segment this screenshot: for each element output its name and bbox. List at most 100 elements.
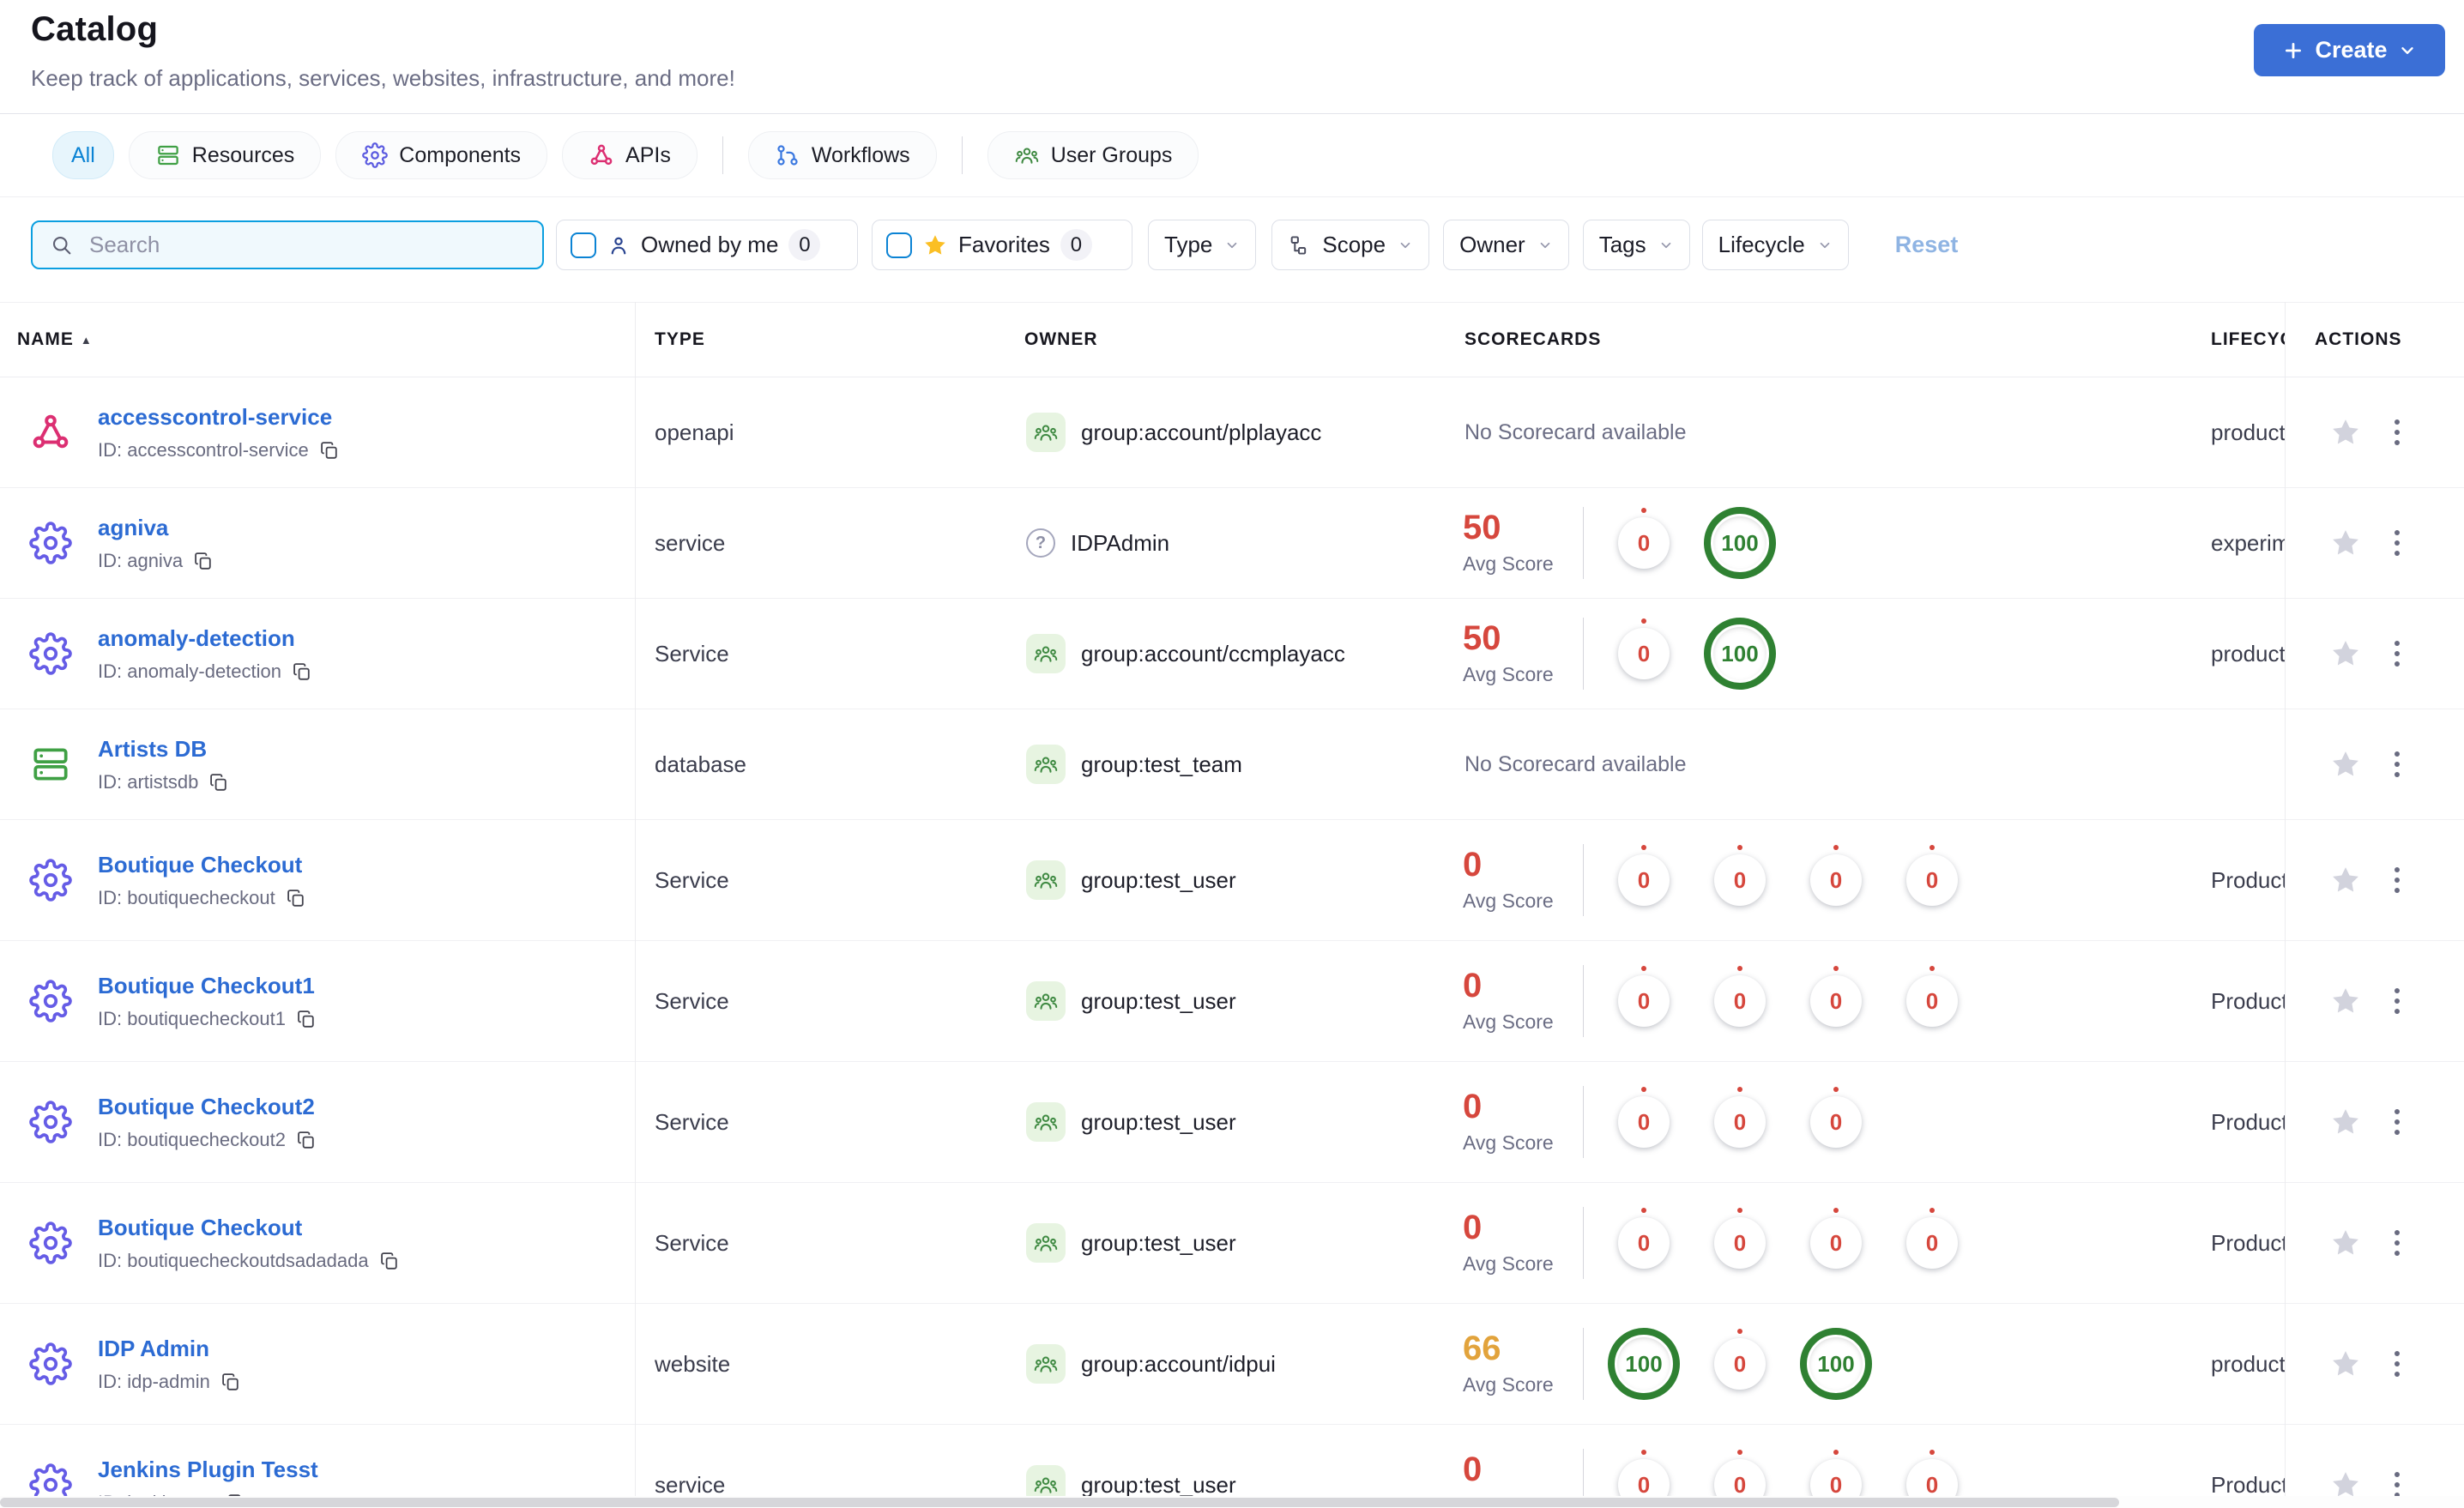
scope-dropdown[interactable]: Scope <box>1271 220 1430 270</box>
copy-icon[interactable] <box>296 1130 317 1150</box>
entity-type: openapi <box>655 419 734 445</box>
tab-all[interactable]: All <box>52 131 114 179</box>
entity-type: Service <box>655 866 729 893</box>
table-row: Boutique Checkout2 ID: boutiquecheckout2… <box>0 1062 2464 1183</box>
table-row: Artists DB ID: artistsdb database group:… <box>0 709 2464 820</box>
copy-icon[interactable] <box>286 888 306 908</box>
column-header-owner: OWNER <box>1024 329 1098 349</box>
scorecard-check-circle: 0 <box>1608 844 1680 916</box>
avg-score-value: 0 <box>1463 967 1483 1004</box>
favorites-count: 0 <box>1060 229 1092 261</box>
reset-filters-button[interactable]: Reset <box>1895 232 1959 258</box>
database-icon <box>29 743 72 786</box>
chevron-down-icon <box>1537 238 1553 253</box>
copy-icon[interactable] <box>208 772 229 793</box>
favorites-checkbox[interactable] <box>886 232 912 258</box>
table-header: NAME ▲ TYPE OWNER SCORECARDS LIFECYCLE A… <box>0 303 2464 377</box>
tags-dropdown[interactable]: Tags <box>1582 220 1690 270</box>
copy-icon[interactable] <box>296 1009 317 1029</box>
kebab-menu-icon[interactable] <box>2391 1106 2403 1138</box>
entity-name-link[interactable]: Boutique Checkout <box>98 852 302 878</box>
lifecycle-dropdown-label: Lifecycle <box>1718 232 1805 257</box>
entity-id: ID: accesscontrol-service <box>98 438 309 461</box>
entity-name-link[interactable]: accesscontrol-service <box>98 404 332 431</box>
scorecard-check-circle: 100 <box>1704 507 1776 579</box>
copy-icon[interactable] <box>319 440 340 461</box>
favorite-star-icon[interactable] <box>2329 1348 2362 1380</box>
scorecard-summary: 50 Avg Score 0 100 <box>1463 507 1776 579</box>
lifecycle-value: production <box>2211 1350 2285 1377</box>
scorecard-summary: 0 Avg Score 0000 <box>1463 844 1968 916</box>
entity-name-link[interactable]: anomaly-detection <box>98 625 295 652</box>
type-dropdown[interactable]: Type <box>1148 220 1257 270</box>
column-header-scorecards: SCORECARDS <box>1465 329 1602 349</box>
scorecard-separator <box>1583 618 1584 690</box>
copy-icon[interactable] <box>220 1372 241 1392</box>
favorite-star-icon[interactable] <box>2329 527 2362 559</box>
kebab-menu-icon[interactable] <box>2391 1227 2403 1259</box>
horizontal-scrollbar <box>0 1496 2464 1508</box>
lifecycle-value: Production <box>2211 987 2285 1014</box>
entity-name-link[interactable]: Boutique Checkout <box>98 1215 302 1241</box>
entity-name-link[interactable]: Jenkins Plugin Tesst <box>98 1457 318 1483</box>
kebab-menu-icon[interactable] <box>2391 748 2403 781</box>
search-input[interactable] <box>88 231 535 259</box>
scorecard-summary: 0 Avg Score 0000 <box>1463 1207 1968 1279</box>
scorecard-check-circle: 0 <box>1608 618 1680 690</box>
catalog-table: NAME ▲ TYPE OWNER SCORECARDS LIFECYCLE A… <box>0 302 2464 1508</box>
favorite-star-icon[interactable] <box>2329 1106 2362 1138</box>
table-row: accesscontrol-service ID: accesscontrol-… <box>0 377 2464 488</box>
scorecard-check-circle: 0 <box>1608 507 1680 579</box>
copy-icon[interactable] <box>193 551 214 571</box>
entity-name-link[interactable]: Boutique Checkout1 <box>98 973 315 999</box>
favorites-filter[interactable]: Favorites 0 <box>872 220 1132 270</box>
entity-type: website <box>655 1350 731 1377</box>
kebab-menu-icon[interactable] <box>2391 1348 2403 1380</box>
entity-name-link[interactable]: agniva <box>98 515 168 541</box>
scorecard-circles: 0000 <box>1608 1207 1968 1279</box>
kebab-menu-icon[interactable] <box>2391 985 2403 1017</box>
owned-by-me-checkbox[interactable] <box>571 232 596 258</box>
service-gear-icon <box>29 632 72 675</box>
scrollbar-thumb[interactable] <box>0 1498 2119 1507</box>
owned-by-me-count: 0 <box>788 229 821 261</box>
favorite-star-icon[interactable] <box>2329 985 2362 1017</box>
kebab-menu-icon[interactable] <box>2391 637 2403 670</box>
entity-name-link[interactable]: Boutique Checkout2 <box>98 1094 315 1120</box>
tab-user-groups[interactable]: User Groups <box>987 131 1199 179</box>
kebab-menu-icon[interactable] <box>2391 416 2403 449</box>
scorecard-check-circle: 0 <box>1800 844 1872 916</box>
owner-name: group:test_user <box>1081 1471 1236 1498</box>
tab-apis[interactable]: APIs <box>562 131 698 179</box>
copy-icon[interactable] <box>292 661 312 682</box>
column-divider <box>635 302 636 1496</box>
favorite-star-icon[interactable] <box>2329 748 2362 781</box>
entity-name-link[interactable]: IDP Admin <box>98 1336 209 1362</box>
favorite-star-icon[interactable] <box>2329 1227 2362 1259</box>
tab-divider <box>961 136 963 174</box>
scorecard-separator <box>1583 1086 1584 1158</box>
chevron-down-icon <box>2398 41 2417 60</box>
tab-workflows[interactable]: Workflows <box>747 131 937 179</box>
lifecycle-value: Production <box>2211 1108 2285 1135</box>
owner-dropdown[interactable]: Owner <box>1443 220 1569 270</box>
copy-icon[interactable] <box>379 1251 400 1271</box>
lifecycle-dropdown[interactable]: Lifecycle <box>1701 220 1849 270</box>
favorite-star-icon[interactable] <box>2329 416 2362 449</box>
kebab-menu-icon[interactable] <box>2391 864 2403 896</box>
create-button[interactable]: Create <box>2254 24 2445 76</box>
tab-resources[interactable]: Resources <box>128 131 322 179</box>
favorite-star-icon[interactable] <box>2329 864 2362 896</box>
tab-components[interactable]: Components <box>335 131 548 179</box>
owner-name: group:test_user <box>1081 987 1236 1014</box>
entity-name-link[interactable]: Artists DB <box>98 736 207 763</box>
service-gear-icon <box>29 980 72 1022</box>
search-box <box>31 220 544 269</box>
workflows-icon <box>775 142 800 168</box>
no-scorecard-text: No Scorecard available <box>1465 751 1687 776</box>
kebab-menu-icon[interactable] <box>2391 527 2403 559</box>
column-header-name[interactable]: NAME ▲ <box>0 329 635 350</box>
owned-by-me-label: Owned by me <box>641 232 779 257</box>
owned-by-me-filter[interactable]: Owned by me 0 <box>556 220 858 270</box>
favorite-star-icon[interactable] <box>2329 637 2362 670</box>
